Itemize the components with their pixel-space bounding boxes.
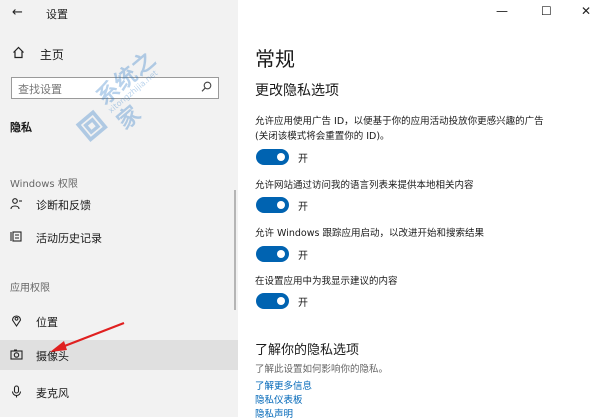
annotation-arrow-icon [50,321,125,352]
